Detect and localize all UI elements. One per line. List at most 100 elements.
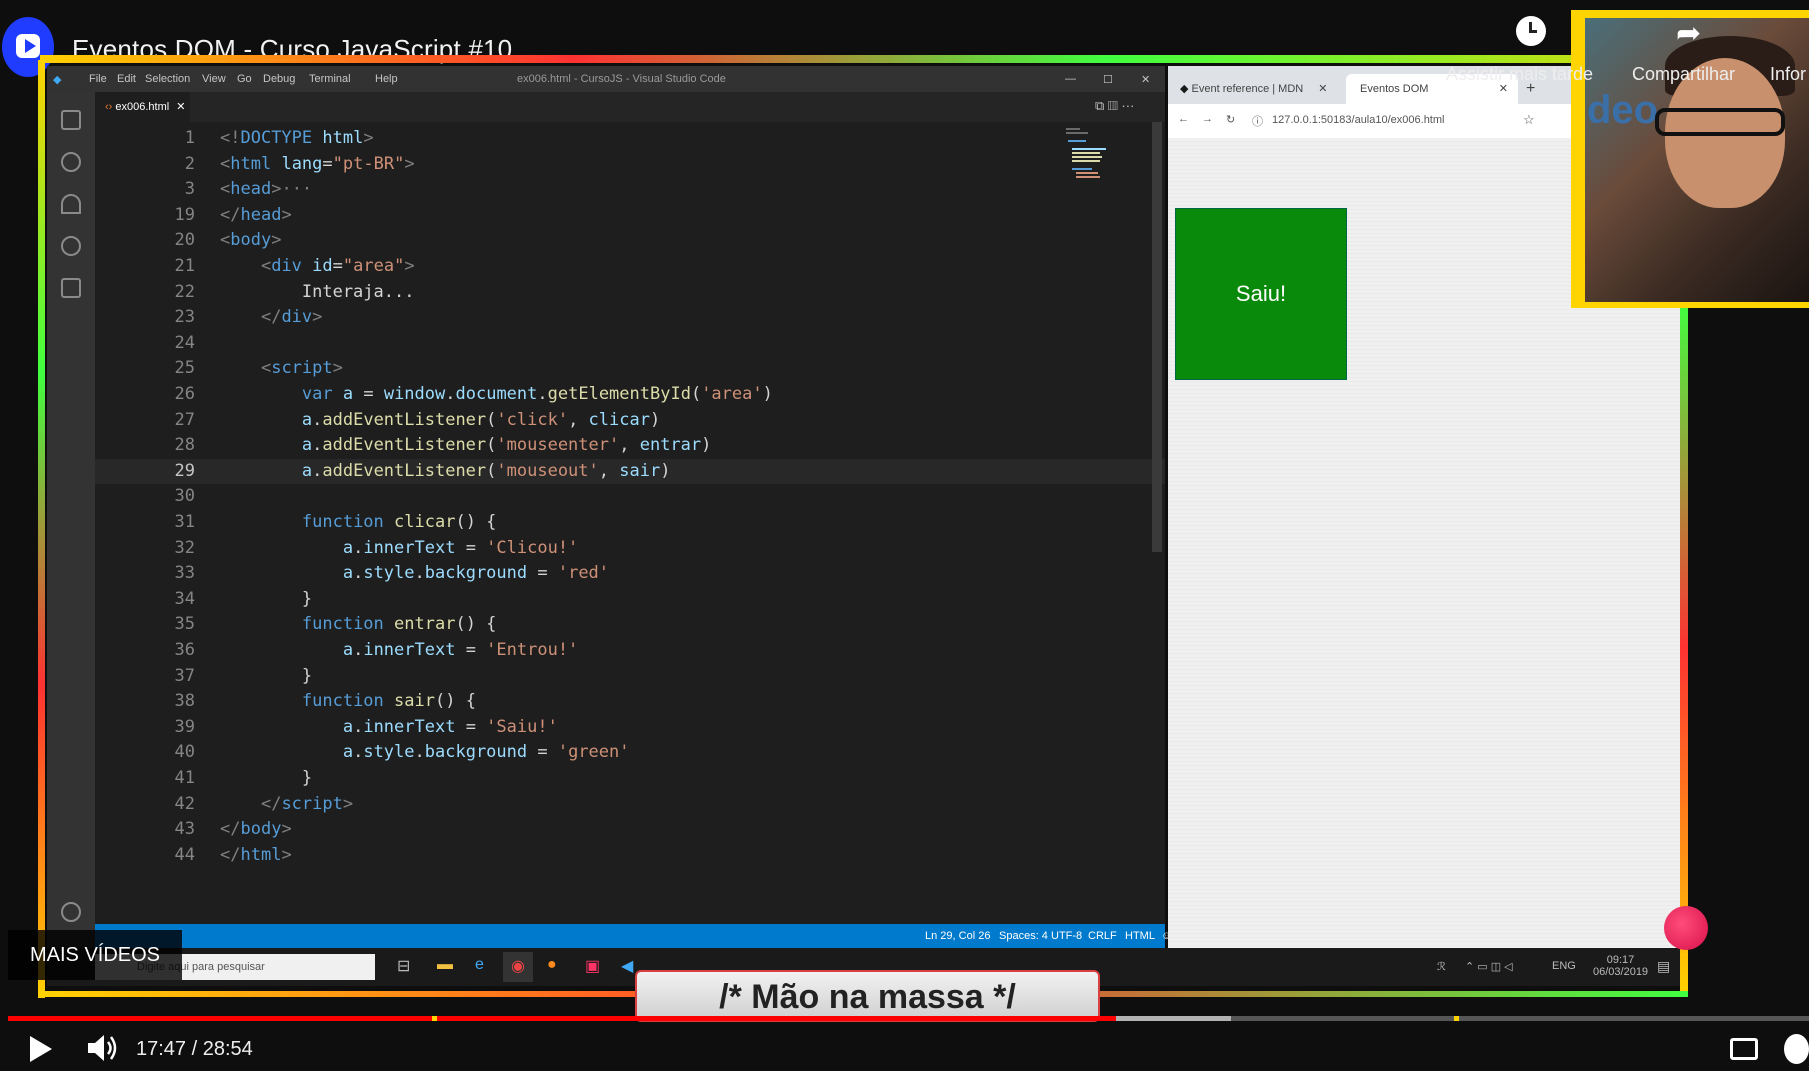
code-line[interactable]: 20 <body>	[95, 228, 1165, 253]
code-text: </html>	[220, 844, 292, 865]
code-text: }	[220, 665, 313, 686]
code-line[interactable]: 3 <head>···	[95, 177, 1165, 202]
line-number: 38	[174, 691, 195, 712]
code-line[interactable]: 28 a.addEventListener('mouseenter', entr…	[95, 433, 1165, 458]
code-line[interactable]: 37 }	[95, 664, 1165, 689]
people-icon[interactable]: ℛ	[1437, 960, 1446, 973]
cursor-position[interactable]: Ln 29, Col 26	[925, 930, 990, 942]
area-div[interactable]: Saiu!	[1175, 208, 1347, 380]
subtitles-icon[interactable]	[1730, 1038, 1758, 1060]
menu-file[interactable]: File	[89, 73, 107, 85]
encoding[interactable]: UTF-8	[1051, 930, 1082, 942]
menu-terminal[interactable]: Terminal	[309, 73, 351, 85]
line-number: 27	[174, 409, 195, 430]
forward-arrow-icon[interactable]: →	[1202, 113, 1213, 125]
code-line[interactable]: 30	[95, 484, 1165, 509]
code-line[interactable]: 31 function clicar() {	[95, 510, 1165, 535]
more-videos-button[interactable]: MAIS VÍDEOS	[8, 930, 182, 980]
code-line[interactable]: 24	[95, 331, 1165, 356]
menu-debug[interactable]: Debug	[263, 73, 295, 85]
code-line[interactable]: 43 </body>	[95, 817, 1165, 842]
file-explorer-icon[interactable]: ▬	[437, 956, 453, 974]
close-icon[interactable]: ✕	[1141, 73, 1150, 86]
code-line[interactable]: 35 function entrar() {	[95, 612, 1165, 637]
extensions-icon[interactable]	[61, 278, 81, 298]
activity-bar	[47, 92, 95, 948]
bookmark-star-icon[interactable]: ☆	[1523, 112, 1535, 128]
clock[interactable]: 09:17 06/03/2019	[1593, 954, 1648, 978]
task-view-icon[interactable]: ⊟	[397, 956, 410, 976]
code-line[interactable]: 21 <div id="area">	[95, 254, 1165, 279]
line-number: 3	[184, 179, 195, 200]
code-line[interactable]: 44 </html>	[95, 843, 1165, 868]
code-line[interactable]: 22 Interaja...	[95, 280, 1165, 305]
back-arrow-icon[interactable]: ←	[1178, 113, 1189, 125]
system-tray-icons[interactable]: ⌃ ▭ ◫ ◁	[1465, 960, 1513, 973]
tab-event-reference[interactable]: ◆ Event reference | MDN ✕	[1180, 74, 1328, 104]
app-icon[interactable]: ▣	[585, 956, 600, 976]
watch-later-button[interactable]: Assistir mais tarde	[1446, 64, 1593, 85]
minimize-icon[interactable]: —	[1065, 73, 1076, 85]
info-icon[interactable]: ⓘ	[1252, 113, 1263, 129]
debug-icon[interactable]	[61, 236, 81, 256]
line-ending[interactable]: CRLF	[1088, 930, 1117, 942]
play-button[interactable]	[30, 1036, 52, 1062]
menu-view[interactable]: View	[202, 73, 226, 85]
code-editor[interactable]: 1 <!DOCTYPE html> 2 <html lang="pt-BR"> 3 <he…	[95, 122, 1165, 924]
reload-icon[interactable]: ↻	[1226, 113, 1235, 126]
tab-close-icon[interactable]: ✕	[176, 101, 185, 113]
code-line[interactable]: 39 a.innerText = 'Saiu!'	[95, 715, 1165, 740]
line-number: 33	[174, 563, 195, 584]
indentation[interactable]: Spaces: 4	[999, 930, 1048, 942]
chapter-marker	[1454, 1016, 1459, 1021]
line-number: 1	[184, 128, 195, 148]
edge-icon[interactable]: e	[475, 956, 484, 974]
code-line[interactable]: 29 a.addEventListener('mouseout', sair)	[95, 458, 1165, 484]
code-line[interactable]: 38 function sair() {	[95, 689, 1165, 714]
code-line[interactable]: 27 a.addEventListener('click', clicar)	[95, 408, 1165, 433]
minimap[interactable]	[1062, 126, 1112, 186]
url-bar[interactable]: 127.0.0.1:50183/aula10/ex006.html	[1272, 114, 1444, 126]
code-line[interactable]: 2 <html lang="pt-BR">	[95, 152, 1165, 177]
vscode-window: ◆ File Edit Selection View Go Debug Term…	[47, 66, 1201, 948]
share-icon[interactable]: ➦	[1676, 16, 1701, 51]
language-mode[interactable]: HTML	[1125, 930, 1155, 942]
tab-close-icon[interactable]: ✕	[1318, 83, 1327, 95]
code-line[interactable]: 25 <script>	[95, 356, 1165, 381]
webcam-background-text: deo	[1587, 88, 1659, 132]
code-line[interactable]: 19 </head>	[95, 203, 1165, 228]
code-line[interactable]: 42 </script>	[95, 792, 1165, 817]
source-control-icon[interactable]	[61, 194, 81, 214]
code-line[interactable]: 32 a.innerText = 'Clicou!'	[95, 536, 1165, 561]
code-line[interactable]: 41 }	[95, 766, 1165, 791]
share-button[interactable]: Compartilhar	[1632, 64, 1735, 85]
maximize-icon[interactable]: ☐	[1103, 73, 1113, 86]
gear-icon[interactable]	[61, 902, 81, 922]
code-line[interactable]: 1 <!DOCTYPE html>	[95, 126, 1165, 151]
volume-icon[interactable]	[86, 1033, 120, 1063]
settings-gear-icon[interactable]	[1784, 1034, 1809, 1064]
code-line[interactable]: 34 }	[95, 587, 1165, 612]
code-line[interactable]: 33 a.style.background = 'red'	[95, 561, 1165, 586]
code-line[interactable]: 40 a.style.background = 'green'	[95, 740, 1165, 765]
code-line[interactable]: 23 </div>	[95, 305, 1165, 330]
menu-go[interactable]: Go	[237, 73, 252, 85]
menu-edit[interactable]: Edit	[117, 73, 136, 85]
menu-selection[interactable]: Selection	[145, 73, 190, 85]
firefox-icon[interactable]: ●	[547, 956, 557, 974]
tab-ex006-html[interactable]: ‹› ex006.html ✕	[95, 92, 190, 122]
code-line[interactable]: 36 a.innerText = 'Entrou!'	[95, 638, 1165, 663]
explorer-icon[interactable]	[61, 110, 81, 130]
line-number: 44	[174, 844, 195, 865]
info-button[interactable]: Infor	[1770, 64, 1806, 85]
menu-help[interactable]: Help	[375, 73, 398, 85]
code-line[interactable]: 26 var a = window.document.getElementByI…	[95, 382, 1165, 407]
chrome-icon[interactable]: ◉	[503, 952, 533, 982]
editor-scrollbar[interactable]	[1152, 122, 1162, 552]
language-indicator[interactable]: ENG	[1552, 960, 1576, 972]
clock-icon[interactable]	[1516, 16, 1546, 46]
search-icon[interactable]	[61, 152, 81, 172]
split-editor-icon[interactable]: ⧉ ▥ ···	[1095, 98, 1134, 114]
notifications-icon[interactable]: ▤	[1657, 958, 1670, 975]
vscode-taskbar-icon[interactable]: ◀	[621, 956, 633, 976]
